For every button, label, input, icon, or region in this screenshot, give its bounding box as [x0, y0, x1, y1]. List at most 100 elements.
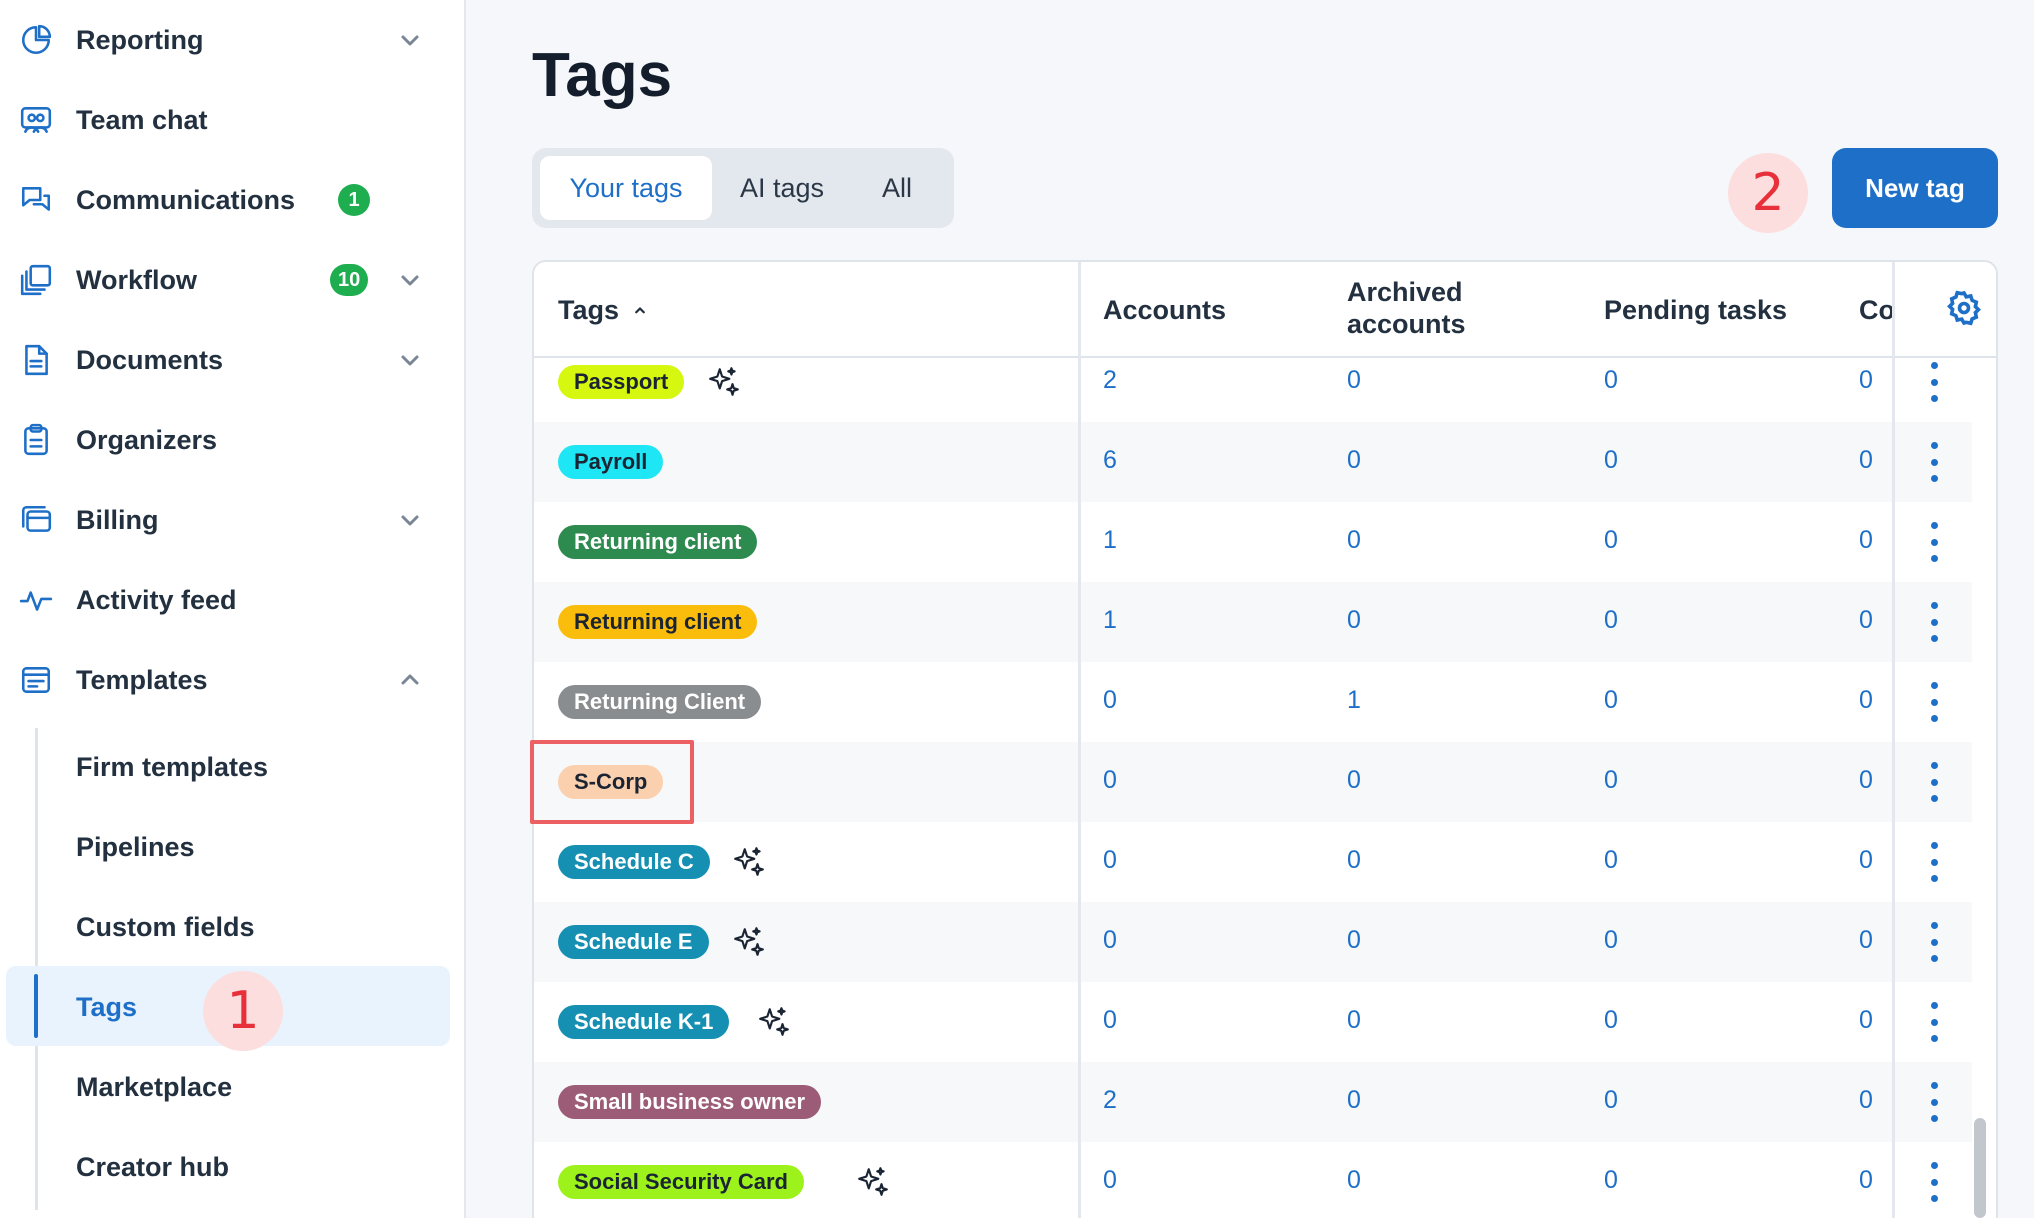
nav-team-chat[interactable]: Team chat: [0, 80, 466, 160]
scrollbar-thumb[interactable]: [1974, 1118, 1986, 1218]
nav-communications[interactable]: Communications 1: [0, 160, 466, 240]
row-menu-icon[interactable]: [1922, 1002, 1946, 1042]
subnav-tags[interactable]: Tags: [76, 967, 137, 1047]
cell-pending[interactable]: 0: [1604, 366, 1618, 395]
tag-pill[interactable]: Returning client: [558, 525, 758, 559]
cell-co[interactable]: 0: [1859, 766, 1873, 795]
cell-accounts[interactable]: 2: [1103, 366, 1117, 395]
cell-co[interactable]: 0: [1859, 606, 1873, 635]
tag-pill[interactable]: Returning Client: [558, 685, 762, 719]
new-tag-button[interactable]: New tag: [1832, 148, 1998, 228]
cell-accounts[interactable]: 0: [1103, 1006, 1117, 1035]
cell-accounts[interactable]: 0: [1103, 686, 1117, 715]
cell-archived[interactable]: 1: [1347, 686, 1361, 715]
cell-pending[interactable]: 0: [1604, 1166, 1618, 1195]
cell-accounts[interactable]: 6: [1103, 446, 1117, 475]
nav-templates[interactable]: Templates: [0, 640, 466, 720]
cell-archived[interactable]: 0: [1347, 846, 1361, 875]
tag-pill[interactable]: Payroll: [558, 445, 664, 479]
table-row[interactable]: Small business owner 2 0 0 0: [534, 1062, 1972, 1142]
table-row[interactable]: Returning client 1 0 0 0: [534, 502, 1972, 582]
column-header-archived-accounts[interactable]: Archived accounts: [1347, 276, 1466, 340]
table-row[interactable]: Social Security Card 0 0 0 0: [534, 1142, 1972, 1218]
row-menu-icon[interactable]: [1922, 362, 1946, 402]
cell-co[interactable]: 0: [1859, 846, 1873, 875]
cell-archived[interactable]: 0: [1347, 366, 1361, 395]
tag-pill[interactable]: Returning client: [558, 605, 758, 639]
cell-archived[interactable]: 0: [1347, 766, 1361, 795]
cell-pending[interactable]: 0: [1604, 606, 1618, 635]
column-header-accounts[interactable]: Accounts: [1103, 294, 1226, 326]
row-menu-icon[interactable]: [1922, 522, 1946, 562]
column-header-co[interactable]: Co: [1859, 294, 1895, 326]
cell-co[interactable]: 0: [1859, 1166, 1873, 1195]
cell-co[interactable]: 0: [1859, 686, 1873, 715]
cell-archived[interactable]: 0: [1347, 606, 1361, 635]
cell-archived[interactable]: 0: [1347, 1086, 1361, 1115]
chevron-down-icon[interactable]: [396, 346, 424, 374]
row-menu-icon[interactable]: [1922, 602, 1946, 642]
cell-pending[interactable]: 0: [1604, 846, 1618, 875]
cell-pending[interactable]: 0: [1604, 1086, 1618, 1115]
cell-co[interactable]: 0: [1859, 1006, 1873, 1035]
table-row[interactable]: Returning client 1 0 0 0: [534, 582, 1972, 662]
chevron-down-icon[interactable]: [396, 26, 424, 54]
tab-your-tags[interactable]: Your tags: [540, 156, 712, 220]
tag-pill[interactable]: Social Security Card: [558, 1165, 804, 1199]
row-menu-icon[interactable]: [1922, 762, 1946, 802]
nav-reporting[interactable]: Reporting: [0, 0, 466, 80]
cell-co[interactable]: 0: [1859, 926, 1873, 955]
cell-archived[interactable]: 0: [1347, 926, 1361, 955]
table-row[interactable]: Payroll 6 0 0 0: [534, 422, 1972, 502]
nav-organizers[interactable]: Organizers: [0, 400, 466, 480]
table-row[interactable]: Schedule K-1 0 0 0 0: [534, 982, 1972, 1062]
subnav-marketplace[interactable]: Marketplace: [76, 1047, 232, 1127]
cell-pending[interactable]: 0: [1604, 526, 1618, 555]
cell-accounts[interactable]: 1: [1103, 606, 1117, 635]
cell-accounts[interactable]: 0: [1103, 926, 1117, 955]
cell-archived[interactable]: 0: [1347, 446, 1361, 475]
tag-pill[interactable]: Schedule E: [558, 925, 709, 959]
tab-all[interactable]: All: [852, 156, 942, 220]
tag-pill[interactable]: Schedule C: [558, 845, 710, 879]
cell-accounts[interactable]: 0: [1103, 766, 1117, 795]
cell-archived[interactable]: 0: [1347, 1006, 1361, 1035]
nav-workflow[interactable]: Workflow 10: [0, 240, 466, 320]
column-header-tags[interactable]: Tags: [558, 294, 649, 326]
nav-billing[interactable]: Billing: [0, 480, 466, 560]
table-row[interactable]: Returning Client 0 1 0 0: [534, 662, 1972, 742]
cell-accounts[interactable]: 0: [1103, 1166, 1117, 1195]
cell-pending[interactable]: 0: [1604, 686, 1618, 715]
chevron-down-icon[interactable]: [396, 266, 424, 294]
cell-pending[interactable]: 0: [1604, 446, 1618, 475]
subnav-custom-fields[interactable]: Custom fields: [76, 887, 255, 967]
cell-co[interactable]: 0: [1859, 446, 1873, 475]
cell-pending[interactable]: 0: [1604, 926, 1618, 955]
table-row[interactable]: Passport 2 0 0 0: [534, 342, 1972, 422]
table-row[interactable]: Schedule C 0 0 0 0: [534, 822, 1972, 902]
tag-pill[interactable]: Small business owner: [558, 1085, 822, 1119]
cell-pending[interactable]: 0: [1604, 1006, 1618, 1035]
row-menu-icon[interactable]: [1922, 442, 1946, 482]
column-header-pending-tasks[interactable]: Pending tasks: [1604, 294, 1787, 326]
cell-co[interactable]: 0: [1859, 1086, 1873, 1115]
nav-documents[interactable]: Documents: [0, 320, 466, 400]
cell-archived[interactable]: 0: [1347, 526, 1361, 555]
row-menu-icon[interactable]: [1922, 1082, 1946, 1122]
cell-co[interactable]: 0: [1859, 366, 1873, 395]
row-menu-icon[interactable]: [1922, 842, 1946, 882]
row-menu-icon[interactable]: [1922, 682, 1946, 722]
cell-pending[interactable]: 0: [1604, 766, 1618, 795]
cell-archived[interactable]: 0: [1347, 1166, 1361, 1195]
subnav-pipelines[interactable]: Pipelines: [76, 807, 195, 887]
subnav-creator-hub[interactable]: Creator hub: [76, 1127, 229, 1207]
table-row[interactable]: Schedule E 0 0 0 0: [534, 902, 1972, 982]
tag-pill[interactable]: Schedule K-1: [558, 1005, 730, 1039]
subnav-firm-templates[interactable]: Firm templates: [76, 727, 268, 807]
cell-co[interactable]: 0: [1859, 526, 1873, 555]
cell-accounts[interactable]: 1: [1103, 526, 1117, 555]
nav-activity-feed[interactable]: Activity feed: [0, 560, 466, 640]
cell-accounts[interactable]: 0: [1103, 846, 1117, 875]
gear-icon[interactable]: [1946, 290, 1982, 326]
tag-pill[interactable]: Passport: [558, 365, 685, 399]
